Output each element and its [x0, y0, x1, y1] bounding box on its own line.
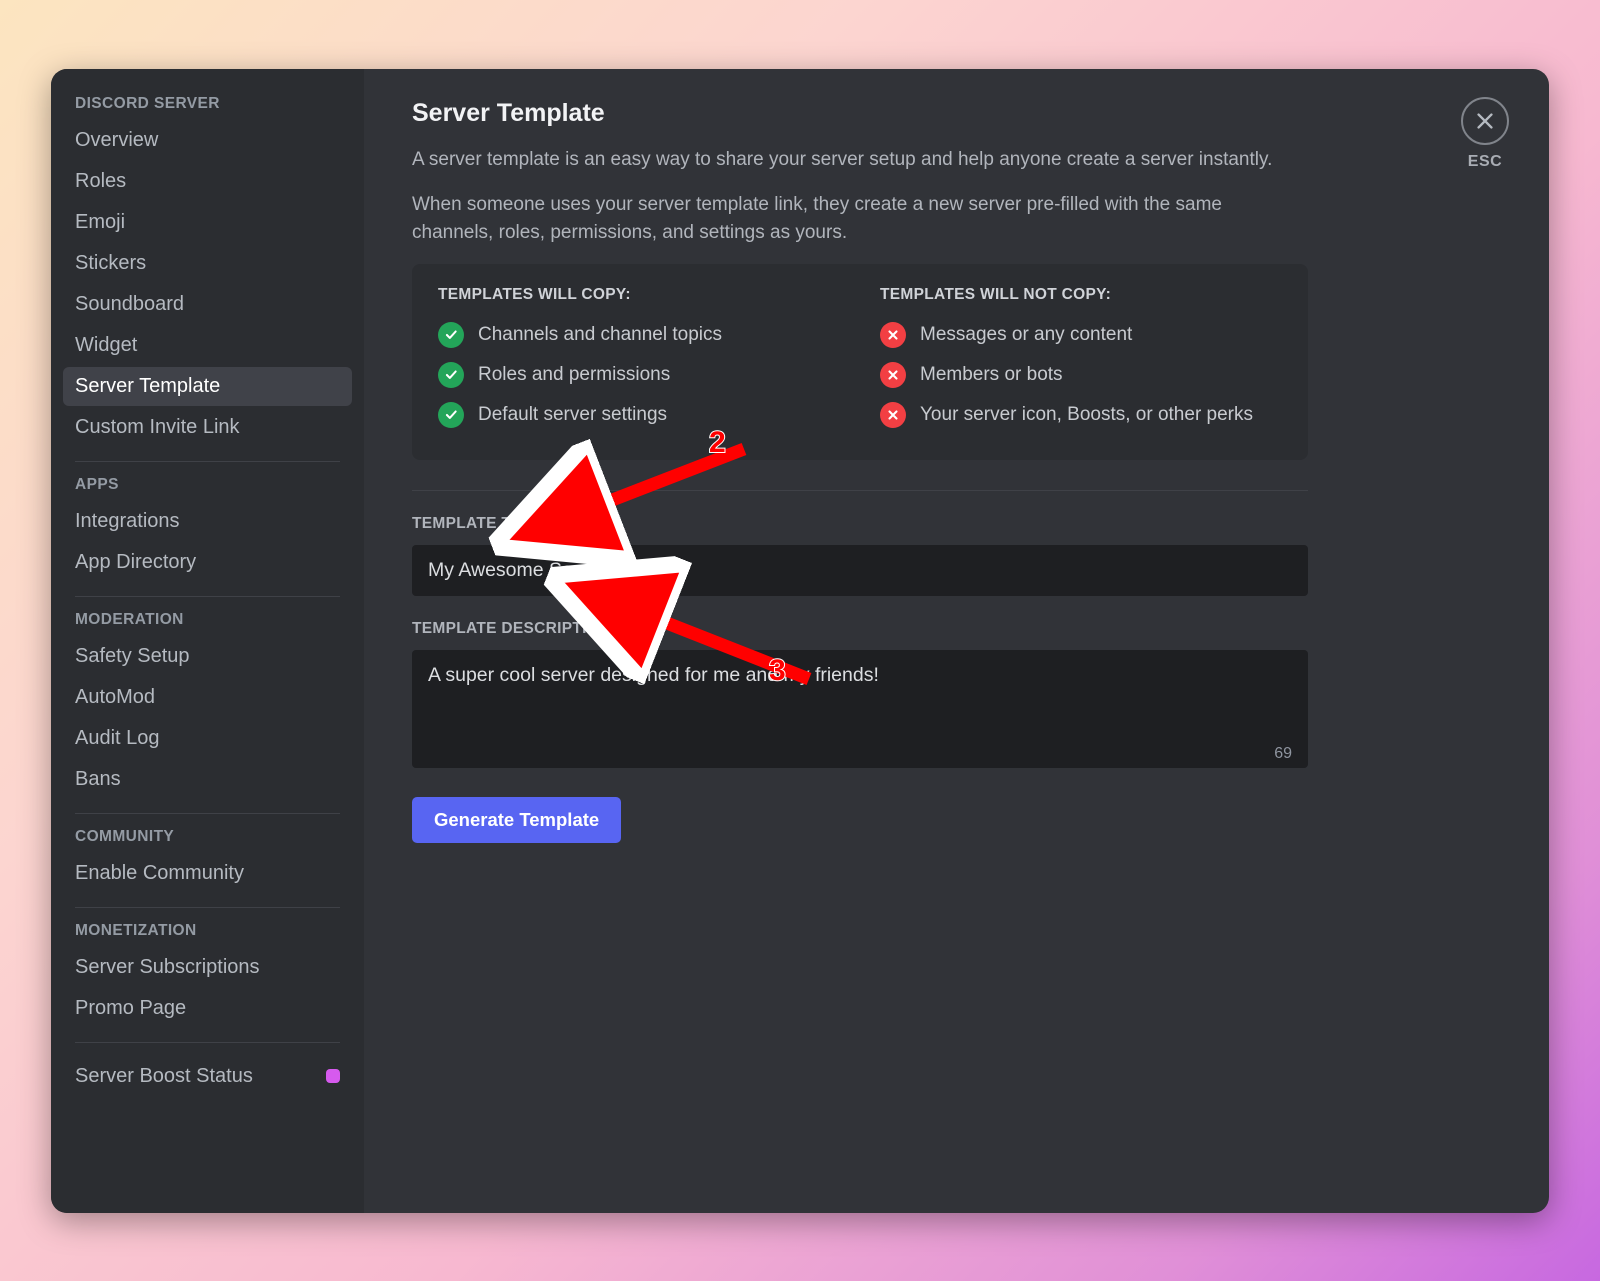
checkmark-icon — [438, 322, 464, 348]
sidebar-cat-community: COMMUNITY — [63, 828, 352, 854]
copy-row: Channels and channel topics — [438, 322, 840, 348]
sidebar-item-roles[interactable]: Roles — [63, 162, 352, 201]
copy-row: Default server settings — [438, 402, 840, 428]
divider — [412, 490, 1308, 491]
sidebar-item-emoji[interactable]: Emoji — [63, 203, 352, 242]
sidebar-item-server-subscriptions[interactable]: Server Subscriptions — [63, 948, 352, 987]
nocopy-item: Members or bots — [920, 364, 1063, 386]
sidebar-divider — [75, 461, 340, 462]
sidebar-item-automod[interactable]: AutoMod — [63, 678, 352, 717]
main-content: ESC Server Template A server template is… — [364, 69, 1549, 1213]
template-description-input[interactable] — [412, 650, 1308, 768]
page-title: Server Template — [412, 99, 1501, 128]
sidebar-divider — [75, 907, 340, 908]
nocopy-header: TEMPLATES WILL NOT COPY: — [880, 286, 1282, 304]
sidebar-divider — [75, 1042, 340, 1043]
cross-icon — [880, 322, 906, 348]
cross-icon — [880, 362, 906, 388]
sidebar-cat-monetization: MONETIZATION — [63, 922, 352, 948]
char-counter: 69 — [1274, 745, 1292, 763]
sidebar-item-soundboard[interactable]: Soundboard — [63, 285, 352, 324]
sidebar-item-enable-community[interactable]: Enable Community — [63, 854, 352, 893]
sidebar-item-safety-setup[interactable]: Safety Setup — [63, 637, 352, 676]
nocopy-row: Members or bots — [880, 362, 1282, 388]
nocopy-row: Messages or any content — [880, 322, 1282, 348]
sidebar-cat-server: DISCORD SERVER — [63, 95, 352, 121]
nocopy-column: TEMPLATES WILL NOT COPY: Messages or any… — [880, 286, 1282, 442]
page-description-1: A server template is an easy way to shar… — [412, 146, 1282, 174]
checkmark-icon — [438, 362, 464, 388]
sidebar-item-app-directory[interactable]: App Directory — [63, 543, 352, 582]
copy-header: TEMPLATES WILL COPY: — [438, 286, 840, 304]
close-label: ESC — [1461, 153, 1509, 171]
template-title-label: TEMPLATE TITLE — [412, 515, 1501, 533]
page-description-2: When someone uses your server template l… — [412, 191, 1282, 246]
sidebar-cat-moderation: MODERATION — [63, 611, 352, 637]
nocopy-item: Messages or any content — [920, 324, 1132, 346]
sidebar-item-custom-invite-link[interactable]: Custom Invite Link — [63, 408, 352, 447]
sidebar-item-overview[interactable]: Overview — [63, 121, 352, 160]
sidebar-divider — [75, 596, 340, 597]
sidebar-item-audit-log[interactable]: Audit Log — [63, 719, 352, 758]
sidebar-divider — [75, 813, 340, 814]
close-button[interactable]: ESC — [1461, 97, 1509, 171]
copy-column: TEMPLATES WILL COPY: Channels and channe… — [438, 286, 840, 442]
annotation-number-3: 3 — [769, 654, 786, 688]
sidebar-item-server-template[interactable]: Server Template — [63, 367, 352, 406]
annotation-number-2: 2 — [709, 426, 726, 460]
template-description-label: TEMPLATE DESCRIPTION — [412, 620, 1501, 638]
template-info-box: TEMPLATES WILL COPY: Channels and channe… — [412, 264, 1308, 460]
checkmark-icon — [438, 402, 464, 428]
copy-item: Default server settings — [478, 404, 667, 426]
sidebar: DISCORD SERVER Overview Roles Emoji Stic… — [51, 69, 364, 1213]
boost-badge-icon — [326, 1069, 340, 1083]
sidebar-item-stickers[interactable]: Stickers — [63, 244, 352, 283]
nocopy-item: Your server icon, Boosts, or other perks — [920, 404, 1253, 426]
cross-icon — [880, 402, 906, 428]
copy-item: Roles and permissions — [478, 364, 670, 386]
sidebar-item-bans[interactable]: Bans — [63, 760, 352, 799]
sidebar-item-server-boost-status[interactable]: Server Boost Status — [63, 1057, 352, 1096]
settings-window: DISCORD SERVER Overview Roles Emoji Stic… — [51, 69, 1549, 1213]
nocopy-row: Your server icon, Boosts, or other perks — [880, 402, 1282, 428]
close-icon — [1461, 97, 1509, 145]
sidebar-cat-apps: APPS — [63, 476, 352, 502]
sidebar-item-label: Server Boost Status — [75, 1065, 253, 1088]
sidebar-item-promo-page[interactable]: Promo Page — [63, 989, 352, 1028]
sidebar-item-integrations[interactable]: Integrations — [63, 502, 352, 541]
copy-item: Channels and channel topics — [478, 324, 722, 346]
template-title-input[interactable] — [412, 545, 1308, 596]
sidebar-item-widget[interactable]: Widget — [63, 326, 352, 365]
generate-template-button[interactable]: Generate Template — [412, 797, 621, 843]
copy-row: Roles and permissions — [438, 362, 840, 388]
